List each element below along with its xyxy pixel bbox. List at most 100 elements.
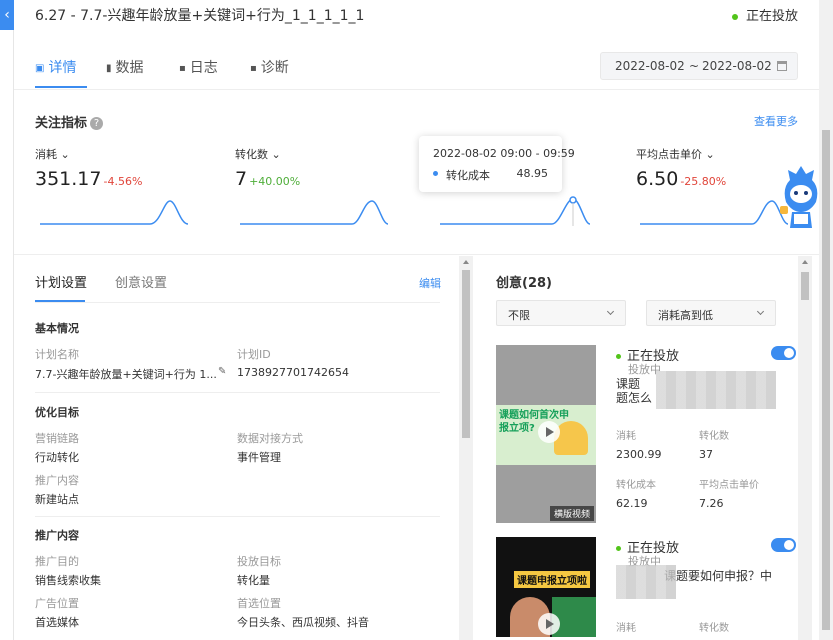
creative-sort-select[interactable]: 消耗高到低 — [646, 300, 776, 326]
view-more-link[interactable]: 查看更多 — [754, 113, 798, 129]
creative-filter-select[interactable]: 不限 — [496, 300, 626, 326]
play-icon[interactable] — [538, 613, 560, 635]
video-type-badge: 横版视频 — [549, 506, 594, 521]
metric-cost[interactable]: 消耗 ⌄ 351.17 -4.56% — [35, 146, 225, 190]
creative-cpc-value: 7.26 — [699, 497, 724, 510]
tooltip-series-name: 转化成本 — [446, 169, 490, 182]
promo-purpose-value: 销售线索收集 — [35, 574, 101, 587]
tab-data[interactable]: ▮ 数据 — [106, 57, 144, 77]
card-icon: ▣ — [35, 63, 45, 74]
chevron-left-icon: ‹ — [4, 7, 10, 23]
live-dot-icon — [731, 13, 738, 20]
metric-conversions-label-text: 转化数 — [235, 148, 268, 161]
sparkline-path — [40, 200, 189, 225]
scrollbar-thumb[interactable] — [462, 270, 470, 438]
creative-toggle[interactable] — [771, 346, 796, 360]
plan-title: 6.27 - 7.7-兴趣年龄放量+关键词+行为_1_1_1_1_1 — [35, 8, 365, 24]
ad-position-label: 广告位置 — [35, 597, 79, 610]
creatives-scrollbar[interactable] — [798, 256, 812, 640]
creative-toggle[interactable] — [771, 538, 796, 552]
tab-data-label: 数据 — [115, 60, 144, 76]
detail-tabs: ▣ 详情 ▮ 数据 ▪ 日志 ▪ 诊断 2022-08-02 ~ 2022-08-02 — [14, 44, 819, 90]
creative-video-thumbnail[interactable]: 课题申报立项啦 — [496, 537, 596, 637]
chevron-down-icon — [756, 307, 765, 316]
scrollbar-thumb[interactable] — [801, 272, 809, 300]
scroll-up-arrow-icon[interactable] — [463, 260, 469, 264]
creative-title: 课题要如何申报？中 — [664, 569, 773, 583]
ad-position-value: 首选媒体 — [35, 616, 79, 629]
collapse-button[interactable]: ‹ — [0, 0, 14, 30]
key-metrics-section: 关注指标? 查看更多 消耗 ⌄ 351.17 -4.56% 转化数 ⌄ 7 +40.… — [14, 100, 819, 255]
person-illustration-icon — [554, 421, 588, 455]
delivery-target-label: 投放目标 — [237, 555, 281, 568]
plan-id-value: 1738927701742654 — [237, 366, 349, 379]
metric-conversions-change: +40.00% — [249, 175, 301, 188]
data-docking-value: 事件管理 — [237, 451, 281, 464]
metric-cost-value: 351.17 — [35, 168, 102, 190]
divider — [35, 392, 440, 393]
tab-details-label: 详情 — [48, 60, 77, 76]
creative-conv-label: 转化数 — [699, 623, 729, 634]
tab-diagnose-label: 诊断 — [260, 60, 289, 76]
promo-content-value: 新建站点 — [35, 493, 79, 506]
plan-status-label: 正在投放 — [745, 9, 798, 24]
plan-name-label: 计划名称 — [35, 348, 79, 361]
chevron-down-icon — [606, 307, 615, 316]
delivery-target-value: 转化量 — [237, 574, 270, 587]
creatives-title: 创意(28) — [496, 276, 552, 291]
series-dot-icon — [433, 171, 438, 176]
log-icon: ▪ — [179, 63, 186, 74]
redacted-title — [616, 565, 676, 599]
creative-filter-value: 不限 — [508, 309, 530, 322]
tab-log[interactable]: ▪ 日志 — [179, 57, 218, 77]
chevron-down-icon: ⌄ — [705, 148, 715, 161]
metric-conversions-sparkline — [240, 200, 389, 225]
drawer-scrollbar[interactable] — [819, 0, 833, 640]
metric-avg-cpc-change: -25.80% — [680, 175, 727, 188]
live-dot-icon — [616, 546, 621, 551]
bar-chart-icon: ▮ — [106, 63, 112, 74]
creative-video-thumbnail[interactable]: 课题如何首次申报立项? 横版视频 — [496, 345, 596, 523]
date-end: 2022-08-02 — [702, 59, 772, 73]
metric-cost-label: 消耗 ⌄ — [35, 146, 225, 162]
creative-cost-label: 消耗 — [616, 623, 636, 634]
plan-status: 正在投放 — [731, 5, 798, 24]
plan-panel-scrollbar[interactable] — [459, 256, 473, 640]
scroll-up-arrow-icon[interactable] — [802, 260, 808, 264]
creative-cost-value: 2300.99 — [616, 448, 662, 461]
creative-cpa-value: 62.19 — [616, 497, 648, 510]
metric-cost-sparkline — [40, 200, 189, 225]
chevron-down-icon: ⌄ — [60, 148, 70, 161]
metric-avg-cpc-label: 平均点击单价 ⌄ — [636, 146, 819, 162]
tab-plan-settings[interactable]: 计划设置 — [35, 272, 87, 291]
preferred-position-label: 首选位置 — [237, 597, 281, 610]
subtab-divider — [35, 302, 440, 303]
play-icon[interactable] — [538, 421, 560, 443]
plan-detail-drawer: 6.27 - 7.7-兴趣年龄放量+关键词+行为_1_1_1_1_1 正在投放 … — [14, 0, 819, 640]
creative-sort-value: 消耗高到低 — [658, 309, 713, 322]
metric-conversions[interactable]: 转化数 ⌄ 7 +40.00% — [235, 146, 425, 190]
data-docking-label: 数据对接方式 — [237, 432, 303, 445]
active-tab-indicator — [35, 86, 87, 88]
preferred-position-value: 今日头条、西瓜视频、抖音 — [237, 616, 369, 629]
tooltip-time: 2022-08-02 09:00 - 09:59 — [433, 147, 575, 160]
promo-content-label: 推广内容 — [35, 474, 79, 487]
help-icon[interactable]: ? — [90, 117, 104, 130]
assistant-mascot-icon[interactable] — [780, 162, 819, 242]
tab-log-label: 日志 — [189, 60, 218, 76]
date-separator: ~ — [689, 59, 700, 73]
tab-creative-settings[interactable]: 创意设置 — [115, 272, 167, 291]
pencil-icon[interactable]: ✎ — [218, 366, 226, 377]
tab-diagnose[interactable]: ▪ 诊断 — [250, 57, 289, 77]
promo-section-title: 推广内容 — [35, 529, 79, 542]
date-range-picker[interactable]: 2022-08-02 ~ 2022-08-02 — [600, 52, 798, 80]
sparkline-path — [440, 198, 590, 225]
sparkline-path — [640, 200, 789, 225]
scrollbar-thumb[interactable] — [822, 130, 830, 630]
tab-details[interactable]: ▣ 详情 — [35, 57, 76, 77]
edit-link[interactable]: 编辑 — [419, 275, 441, 291]
metric-conversions-label: 转化数 ⌄ — [235, 146, 425, 162]
divider — [35, 516, 440, 517]
metric-conversions-value: 7 — [235, 168, 248, 190]
sparkline-path — [240, 200, 389, 225]
